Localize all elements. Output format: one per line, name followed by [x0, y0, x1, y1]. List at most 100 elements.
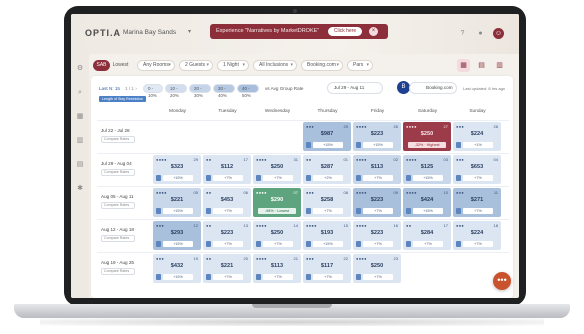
settings-icon[interactable]: ⚙ — [75, 64, 85, 74]
date-range-picker[interactable]: Jul 29 - Aug 11 — [327, 82, 383, 94]
compare-rates-button[interactable]: Compare Rates — [101, 202, 135, 209]
gear-icon[interactable]: ✱ — [75, 184, 85, 194]
day-number: 31 — [293, 157, 298, 162]
rate-delta: +7% — [213, 274, 243, 280]
laptop-notch — [252, 304, 332, 308]
table-view-icon[interactable]: ▤ — [475, 59, 488, 72]
rate-cell[interactable]: ●●●● 21 $113 +7% — [253, 254, 301, 283]
rate-cell[interactable]: ●●● 12 $293 +15% — [153, 221, 201, 250]
rate-cell[interactable]: ●●● 08 $258 +7% — [303, 188, 351, 217]
close-icon[interactable]: × — [369, 27, 378, 36]
pct-filter-0[interactable]: 0 - 10% — [143, 84, 163, 98]
cell-dots: ●●●● — [156, 157, 167, 162]
rate-cell[interactable]: ●●● 25 $987 +15% — [303, 122, 351, 151]
pct-filter-2[interactable]: 20 - 30% — [189, 84, 211, 98]
day-number: 28 — [493, 124, 498, 129]
hotel-selector[interactable]: Marina Bay Sands — [123, 29, 176, 36]
rate-cell[interactable]: ●●●● 15 $193 +15% — [303, 221, 351, 250]
rate-cell[interactable]: ●●●● 31 $250 +7% — [253, 155, 301, 184]
rate-cell[interactable]: ●● 17 $112 +7% — [203, 155, 251, 184]
rate-cell[interactable]: ●●●● 10 $424 +15% — [403, 188, 451, 217]
chart-icon[interactable]: ▥ — [75, 136, 85, 146]
segment-sab[interactable]: SAB — [93, 60, 110, 71]
rate-cell[interactable]: ●●●● 14 $250 +7% — [253, 221, 301, 250]
pct-filter-1[interactable]: 10 - 20% — [165, 84, 187, 98]
pct-filter-4[interactable]: 40 - 50% — [237, 84, 259, 98]
chevron-down-icon[interactable]: ▾ — [188, 28, 191, 35]
rate-delta: +2% — [313, 175, 343, 181]
search-icon[interactable]: ⌕ — [75, 88, 85, 98]
pct-filter-3[interactable]: 30 - 40% — [213, 84, 235, 98]
compare-rates-button[interactable]: Compare Rates — [101, 136, 135, 143]
day-header: Thursday — [317, 109, 338, 114]
day-number: 11 — [493, 190, 498, 195]
rate-price: $113 — [370, 164, 384, 170]
rate-cell[interactable]: ●●●● 09 $223 +7% — [353, 188, 401, 217]
source-selector[interactable]: Booking.com — [409, 82, 457, 94]
rate-cell[interactable]: ●●●● 29 $323 +15% — [153, 155, 201, 184]
cell-dots: ●●●● — [406, 157, 417, 162]
rate-cell[interactable]: ●●● 22 $117 +7% — [303, 254, 351, 283]
guests-filter[interactable]: 2 Guests ▾ — [179, 60, 213, 71]
avatar[interactable]: ☺ — [493, 28, 504, 39]
inclusions-filter[interactable]: All Inclusions ▾ — [253, 60, 297, 71]
occupancy-bar — [406, 208, 411, 214]
day-number: 23 — [393, 256, 398, 261]
segment-lowest[interactable]: Lowest — [111, 60, 130, 71]
occupancy-bar — [306, 241, 311, 247]
avg-group-rate-toggle[interactable]: vs Avg Group Rate — [265, 84, 303, 93]
rate-delta: +7% — [363, 208, 393, 214]
rate-cell[interactable]: ●●● 11 $271 +7% — [453, 188, 501, 217]
pars-filter[interactable]: Pars ▾ — [347, 60, 373, 71]
app-logo[interactable]: OPTI.A — [85, 28, 121, 38]
chart-view-icon[interactable]: ▥ — [493, 59, 506, 72]
rate-delta: +15% — [163, 175, 193, 181]
compare-rates-button[interactable]: Compare Rates — [101, 235, 135, 242]
rate-cell[interactable]: ●● 20 $221 +7% — [203, 254, 251, 283]
rate-cell[interactable]: ●●●● 03 $125 +15% — [403, 155, 451, 184]
nights-filter[interactable]: 1 Night ▾ — [217, 60, 249, 71]
calendar-icon[interactable]: ▦ — [75, 112, 85, 122]
rate-cell[interactable]: ●● 01 $287 +2% — [303, 155, 351, 184]
compare-rates-button[interactable]: Compare Rates — [101, 268, 135, 275]
cell-dots: ●●●● — [156, 190, 167, 195]
rate-delta: +7% — [463, 175, 493, 181]
rate-cell[interactable]: ●●● 18 $224 +7% — [453, 221, 501, 250]
rate-cell[interactable]: ●● 17 $284 +7% — [403, 221, 451, 250]
grid-icon[interactable]: ▤ — [75, 160, 85, 170]
rooms-filter[interactable]: Any Rooms ▾ — [137, 60, 175, 71]
rate-cell[interactable]: ●●●● 27 $250 -32% · Highest — [403, 122, 451, 151]
rate-delta: -32% · Highest — [408, 142, 446, 148]
rate-cell[interactable]: ●●● 19 $432 +15% — [153, 254, 201, 283]
rate-calendar-panel: Last N: 15 1 / 1 › 0 - 10% 10 - 20% 20 -… — [91, 76, 513, 298]
bell-icon[interactable]: ● — [475, 28, 486, 39]
channel-filter[interactable]: Booking.com ▾ — [301, 60, 343, 71]
day-number: 16 — [393, 223, 398, 228]
cell-dots: ●●●● — [256, 190, 267, 195]
compare-rates-button[interactable]: Compare Rates — [101, 169, 135, 176]
rate-cell[interactable]: ●●●● 02 $113 +7% — [353, 155, 401, 184]
los-restriction-badge[interactable]: Length of Stay Restriction — [99, 96, 147, 102]
rate-cell[interactable]: ●●●● 23 $250 +7% — [353, 254, 401, 283]
rate-cell[interactable]: ●●●● 07 $290 -98% · Lowest — [253, 188, 301, 217]
occupancy-bar — [206, 175, 211, 181]
rate-cell[interactable]: ●● 06 $453 +7% — [203, 188, 251, 217]
rate-cell[interactable]: ●●● 28 $224 +1% — [453, 122, 501, 151]
rate-cell[interactable]: ●●●● 16 $223 +7% — [353, 221, 401, 250]
help-icon[interactable]: ? — [457, 28, 468, 39]
rate-delta: +15% — [163, 274, 193, 280]
chat-icon[interactable]: ••• — [493, 272, 511, 290]
rate-cell[interactable]: ●●● 04 $653 +7% — [453, 155, 501, 184]
last-n-selector[interactable]: Last N: 15 — [99, 84, 120, 93]
rate-price: $250 — [370, 263, 384, 269]
promo-banner: Experience "Narratives by MarketDROKE" C… — [210, 24, 388, 39]
calendar-view-icon[interactable]: ▦ — [457, 59, 470, 72]
pager[interactable]: 1 / 1 › — [125, 84, 137, 93]
rate-cell[interactable]: ●●●● 26 $223 +15% — [353, 122, 401, 151]
left-rail: ⚙ ⌕ ▦ ▥ ▤ ✱ — [71, 54, 89, 298]
rate-cell[interactable]: ●●●● 05 $221 +15% — [153, 188, 201, 217]
day-number: 26 — [393, 124, 398, 129]
banner-text: Experience "Narratives by MarketDROKE" — [216, 28, 320, 34]
rate-cell[interactable]: ●● 13 $223 +7% — [203, 221, 251, 250]
banner-click-here-button[interactable]: Click here — [328, 27, 362, 36]
